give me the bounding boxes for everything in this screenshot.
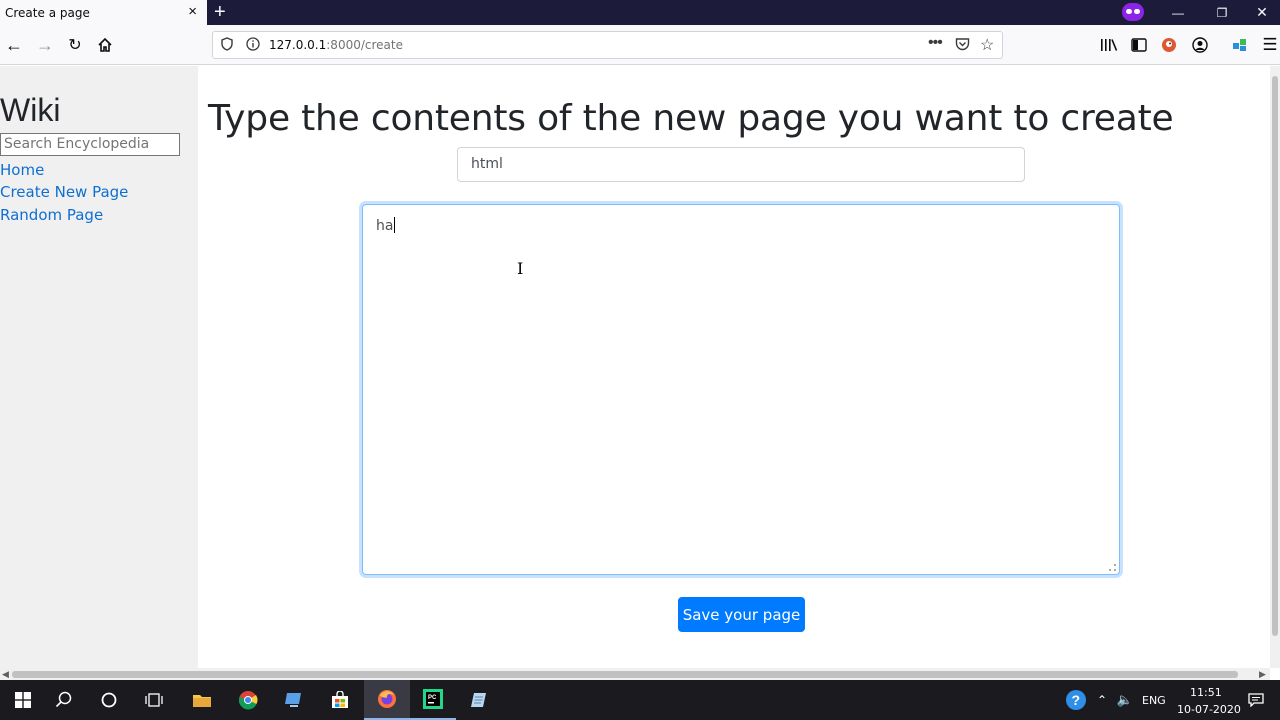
horizontal-scrollbar[interactable]: ◀ ▶	[0, 668, 1270, 680]
resize-grip-icon[interactable]	[1109, 564, 1116, 571]
reload-icon[interactable]: ↻	[63, 33, 87, 57]
notepad-icon[interactable]	[456, 680, 502, 720]
extensions-icon[interactable]	[1228, 33, 1252, 57]
page-actions-icon[interactable]: •••	[928, 34, 943, 52]
pycharm-icon[interactable]: PC	[410, 680, 456, 720]
account-icon[interactable]	[1188, 33, 1212, 57]
horizontal-scroll-thumb[interactable]	[12, 671, 1238, 678]
menu-icon[interactable]: ☰	[1258, 33, 1280, 57]
svg-text:?: ?	[1072, 692, 1081, 708]
url-text: 127.0.0.1:8000/create	[269, 38, 403, 52]
text-cursor-icon: I	[517, 259, 524, 278]
notifications-icon[interactable]	[1236, 680, 1276, 720]
text-caret	[394, 217, 396, 233]
tab-close-icon[interactable]: ×	[188, 3, 197, 21]
browser-tab[interactable]: Create a page ×	[0, 0, 207, 25]
page-content-textarea[interactable]: ha	[362, 204, 1120, 575]
clock-time[interactable]: 11:51	[1190, 686, 1222, 699]
sidebar-link-create-new-page[interactable]: Create New Page	[0, 183, 128, 201]
sidebar-toggle-icon[interactable]	[1127, 33, 1151, 57]
task-view-icon[interactable]	[131, 680, 177, 720]
site-logo[interactable]: Wiki	[0, 92, 60, 129]
bookmark-star-icon[interactable]: ☆	[980, 35, 994, 55]
restore-icon[interactable]: ❐	[1200, 0, 1244, 25]
sidebar-link-random-page[interactable]: Random Page	[0, 206, 103, 224]
forward-icon[interactable]: →	[33, 33, 57, 57]
close-window-icon[interactable]: ✕	[1240, 0, 1280, 25]
clock-date[interactable]: 10-07-2020	[1177, 703, 1241, 716]
tab-strip: Create a page × + — ❐ ✕	[0, 0, 1280, 25]
cortana-icon[interactable]	[86, 680, 132, 720]
address-bar[interactable]: 127.0.0.1:8000/create ••• ☆	[212, 31, 1003, 59]
volume-icon[interactable]: 🔈	[1112, 680, 1138, 720]
back-icon[interactable]: ←	[2, 33, 26, 57]
windows-start-icon[interactable]	[0, 680, 46, 720]
firefox-icon[interactable]	[364, 680, 410, 720]
home-icon[interactable]	[93, 33, 117, 57]
sidebar: Wiki Search Encyclopedia Home Create New…	[0, 66, 198, 668]
chevron-up-icon[interactable]: ⌃	[1090, 680, 1114, 720]
search-icon[interactable]	[41, 680, 87, 720]
vertical-scroll-thumb[interactable]	[1272, 76, 1278, 636]
language-indicator[interactable]: ENG	[1142, 694, 1166, 707]
chrome-icon[interactable]	[225, 680, 271, 720]
svg-text:PC: PC	[428, 695, 437, 701]
scroll-right-arrow-icon[interactable]: ▶	[1259, 669, 1266, 680]
url-path: :8000/create	[326, 38, 403, 52]
sidebar-link-home[interactable]: Home	[0, 161, 44, 179]
tab-title: Create a page	[5, 5, 90, 20]
search-input[interactable]: Search Encyclopedia	[0, 133, 180, 156]
web-page: Wiki Search Encyclopedia Home Create New…	[0, 66, 1270, 668]
info-icon[interactable]	[246, 37, 260, 54]
save-page-button[interactable]: Save your page	[678, 597, 805, 632]
microsoft-store-icon[interactable]	[317, 680, 363, 720]
minimize-icon[interactable]: —	[1156, 0, 1200, 25]
file-explorer-icon[interactable]	[179, 680, 225, 720]
duckduckgo-extension-icon[interactable]	[1157, 33, 1181, 57]
new-tab-icon[interactable]: +	[214, 1, 226, 23]
private-browsing-icon	[1122, 3, 1144, 21]
remote-desktop-icon[interactable]	[271, 680, 317, 720]
url-host: 127.0.0.1	[269, 38, 327, 52]
page-title-input[interactable]: html	[457, 147, 1025, 182]
windows-taskbar: PC ? ⌃ 🔈 ENG 11:51 10-07-2020	[0, 680, 1280, 720]
navigation-toolbar: ← → ↻ 127.0.0.1:8000/create ••• ☆ ☰	[0, 25, 1280, 65]
shield-icon[interactable]	[221, 37, 233, 54]
pocket-icon[interactable]	[955, 37, 970, 54]
content-text: ha	[376, 217, 396, 234]
scroll-left-arrow-icon[interactable]: ◀	[2, 669, 9, 680]
library-icon[interactable]	[1097, 33, 1121, 57]
content-value: ha	[376, 218, 394, 234]
page-heading: Type the contents of the new page you wa…	[208, 98, 1174, 139]
vertical-scrollbar[interactable]	[1270, 66, 1280, 668]
